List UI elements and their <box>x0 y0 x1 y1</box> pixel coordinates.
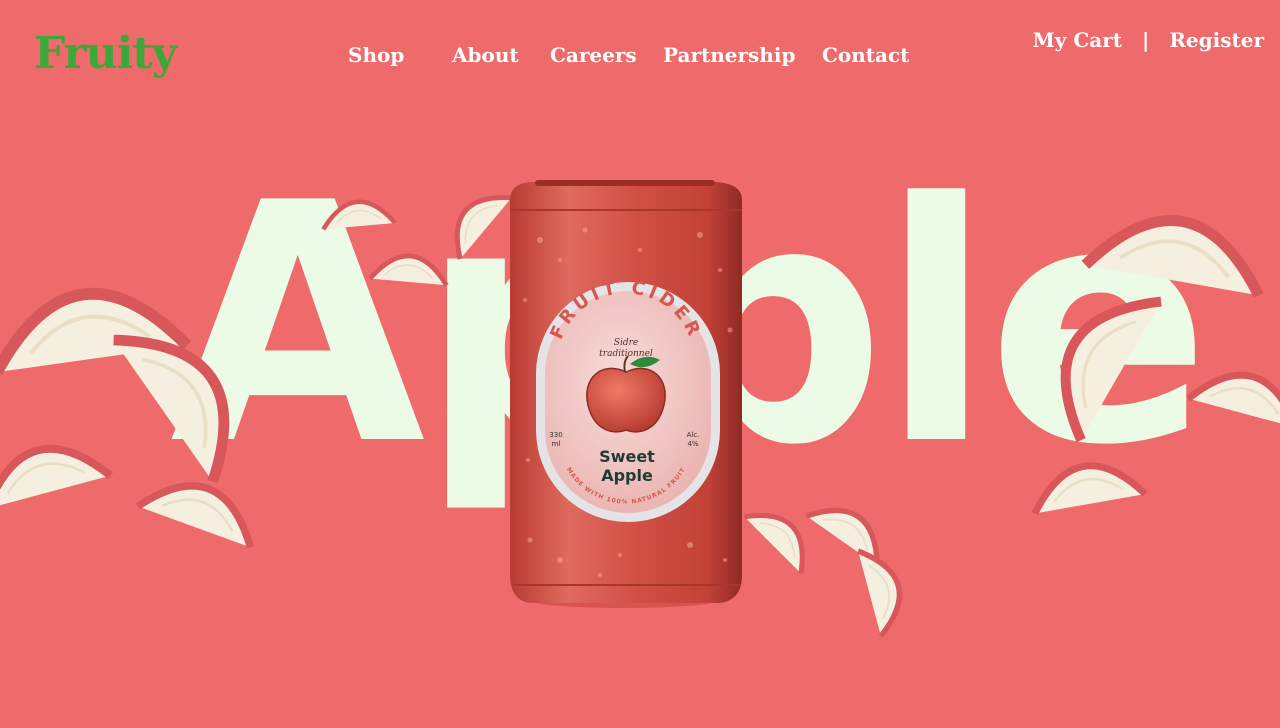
label-volume-value: 330 <box>549 431 562 439</box>
hero-scene: FRUIT CIDER Sidre traditionnel 330 ml Al… <box>0 0 1280 728</box>
apple-slices-left <box>0 180 512 547</box>
label-alc-label: Alc. <box>687 431 700 439</box>
cider-can[interactable]: FRUIT CIDER Sidre traditionnel 330 ml Al… <box>510 180 742 608</box>
apple-slices-right <box>744 206 1280 636</box>
label-name-line-1: Sweet <box>599 447 655 466</box>
label-script-line-1: Sidre <box>614 338 638 348</box>
label-volume-unit: ml <box>552 440 561 448</box>
label-name-line-2: Apple <box>601 466 653 485</box>
label-alc-value: 4% <box>687 440 698 448</box>
